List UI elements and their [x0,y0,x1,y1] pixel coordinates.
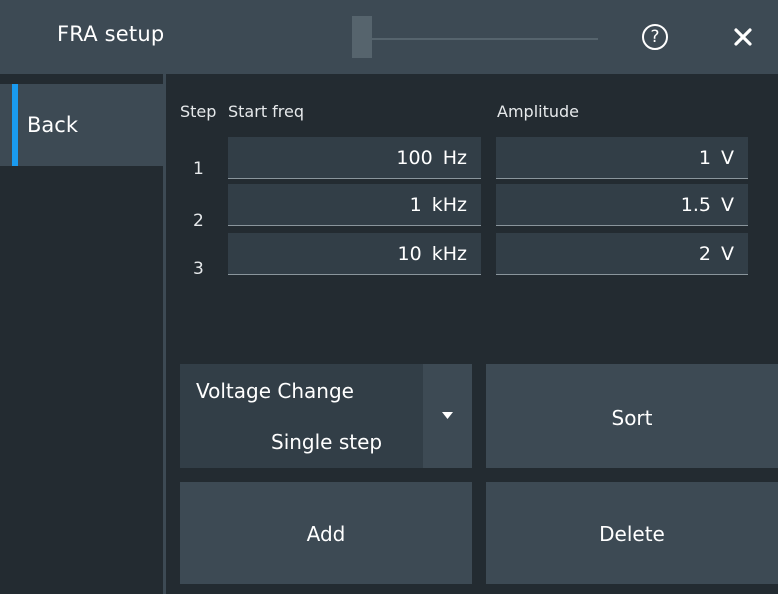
amplitude-field[interactable]: 1.5 V [496,184,748,226]
close-icon[interactable] [732,24,754,50]
close-x-shape [734,28,752,46]
step-number: 1 [193,159,204,179]
start-freq-field[interactable]: 10 kHz [228,233,481,275]
voltage-change-value: Single step [271,430,383,454]
voltage-change-select[interactable]: Voltage Change Single step [180,364,423,468]
step-number: 3 [193,259,204,279]
column-header-amplitude: Amplitude [497,102,579,121]
column-header-step: Step [180,102,217,121]
help-glyph: ? [650,27,660,47]
title-bar: FRA setup ? [0,0,778,74]
back-button[interactable] [0,84,163,166]
help-icon[interactable]: ? [642,24,668,50]
start-freq-field[interactable]: 1 kHz [228,184,481,226]
dialog-title: FRA setup [57,22,165,46]
back-button-label: Back [27,113,78,137]
column-header-start-freq: Start freq [228,102,305,121]
delete-button[interactable]: Delete [486,482,778,584]
sort-button[interactable]: Sort [486,364,778,468]
sort-button-label: Sort [611,406,653,430]
add-button[interactable]: Add [180,482,472,584]
delete-button-label: Delete [599,522,665,546]
horizontal-scroll-track[interactable] [352,38,598,40]
chevron-down-icon [442,412,453,419]
back-button-accent [12,84,18,166]
add-button-label: Add [306,522,346,546]
start-freq-field[interactable]: 100 Hz [228,137,481,179]
voltage-change-label: Voltage Change [196,379,354,403]
step-number: 2 [193,211,204,231]
amplitude-field[interactable]: 1 V [496,137,748,179]
amplitude-field[interactable]: 2 V [496,233,748,275]
horizontal-scroll-handle[interactable] [352,16,372,58]
voltage-change-dropdown-button[interactable] [423,364,472,468]
sidebar-divider [163,74,166,594]
